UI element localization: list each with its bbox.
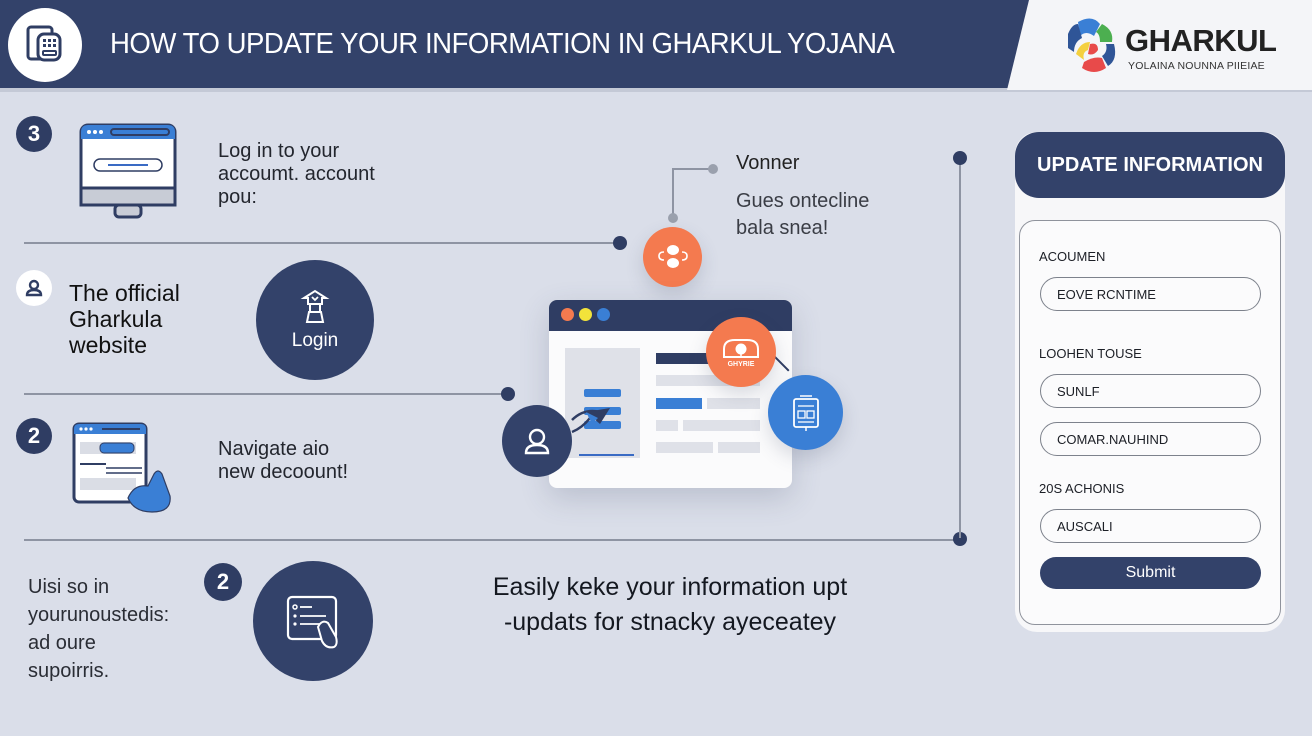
- note-text: Gues ontecline bala snea!: [736, 188, 869, 242]
- cursor-icon: [571, 408, 610, 434]
- user-icon: [25, 279, 43, 297]
- placeholder-underline: [579, 454, 634, 456]
- connector-dot: [708, 164, 718, 174]
- connector-line: [24, 539, 960, 541]
- form-section-label: LOOHEN TOUSE: [1039, 346, 1142, 361]
- step-text-line: Log in to your: [218, 140, 340, 162]
- login-button[interactable]: Login: [256, 260, 374, 380]
- house-icon: [723, 338, 759, 358]
- people-connect-icon: [657, 245, 688, 268]
- browser-hand-icon: [72, 422, 171, 513]
- form-input[interactable]: SUNLF: [1040, 374, 1261, 408]
- form-section-label: ACOUMEN: [1039, 249, 1106, 264]
- tagline-line: Easily keke your information upt: [492, 573, 848, 601]
- form-input[interactable]: AUSCALI: [1040, 509, 1261, 543]
- checklist-hand-icon: [286, 595, 338, 649]
- step-description: The official Gharkula website: [69, 280, 180, 358]
- user-avatar-badge: [502, 405, 572, 477]
- form-input[interactable]: COMAR.NAUHIND: [1040, 422, 1261, 456]
- step-text-line: Navigate aio: [218, 438, 330, 460]
- step-number-badge: 3: [16, 116, 52, 152]
- step-text-line: website: [69, 332, 147, 358]
- connector-dot: [668, 213, 678, 223]
- traffic-light-blue: [597, 308, 610, 321]
- traffic-light-yellow: [579, 308, 592, 321]
- step-text-line: accoumt. account: [218, 163, 375, 185]
- connector-line: [24, 393, 508, 395]
- placeholder-line: [656, 420, 678, 431]
- step-description: Navigate aio new decoount!: [218, 438, 348, 484]
- step-description: Log in to your accoumt. account pou:: [218, 140, 375, 209]
- step-description: Uisi so in yourunoustedis: ad oure supoi…: [28, 573, 169, 685]
- document-badge: [768, 375, 843, 450]
- placeholder-line: [707, 398, 760, 409]
- step-text-line: pou:: [218, 186, 257, 208]
- placeholder-line: [656, 442, 713, 453]
- connector-line-vertical: [959, 158, 961, 538]
- house-badge: GHYRIE: [706, 317, 776, 387]
- step-text-line: The official: [69, 280, 180, 306]
- house-badge-label: GHYRIE: [727, 360, 755, 368]
- brand-name: GHARKUL: [1125, 23, 1277, 58]
- header-badge: [8, 8, 82, 82]
- note-text-line: bala snea!: [736, 217, 829, 239]
- placeholder-line: [656, 398, 702, 409]
- step-text-line: ad oure: [28, 632, 96, 654]
- brand-subtitle: YOLAINA NOUNNA PIIEIAE: [1128, 60, 1265, 72]
- placeholder-line: [718, 442, 760, 453]
- document-icon: [792, 394, 819, 431]
- house-user-icon: [300, 289, 330, 323]
- submit-button[interactable]: Submit: [1040, 557, 1261, 589]
- tagline-line: -updats for stnacky ayeceatey: [503, 608, 837, 636]
- step-number-badge: 2: [16, 418, 52, 454]
- page-title: HOW TO UPDATE YOUR INFORMATION IN GHARKU…: [110, 28, 895, 60]
- step-number-badge: 2: [204, 563, 242, 601]
- connector-dot: [501, 387, 515, 401]
- connector-line: [24, 242, 620, 244]
- placeholder-bar: [584, 389, 621, 397]
- form-document-icon: [26, 25, 62, 62]
- step-text-line: new decoount!: [218, 461, 349, 483]
- step-text-line: supoirris.: [28, 660, 110, 682]
- form-section-label: 20S ACHONIS: [1039, 481, 1125, 496]
- step-text-line: Gharkula: [69, 306, 163, 332]
- traffic-light-red: [561, 308, 574, 321]
- gharkul-logo-icon: [1068, 18, 1116, 72]
- user-badge: [16, 270, 52, 306]
- step-text-line: Uisi so in: [28, 576, 110, 598]
- browser-login-icon: [79, 123, 177, 219]
- step-text-line: yourunoustedis:: [28, 604, 170, 626]
- connector-dot: [613, 236, 627, 250]
- user-icon: [524, 428, 550, 455]
- form-title: UPDATE INFORMATION: [1015, 132, 1285, 198]
- tagline: Easily keke your information upt -updats…: [440, 570, 900, 640]
- form-input[interactable]: EOVE RCNTIME: [1040, 277, 1261, 311]
- note-title: Vonner: [736, 152, 800, 174]
- people-connect-badge: [643, 227, 702, 287]
- connector-dot: [953, 151, 967, 165]
- checklist-button[interactable]: [253, 561, 373, 681]
- placeholder-line: [683, 420, 760, 431]
- note-text-line: Gues ontecline: [736, 190, 870, 212]
- login-label: Login: [291, 330, 339, 351]
